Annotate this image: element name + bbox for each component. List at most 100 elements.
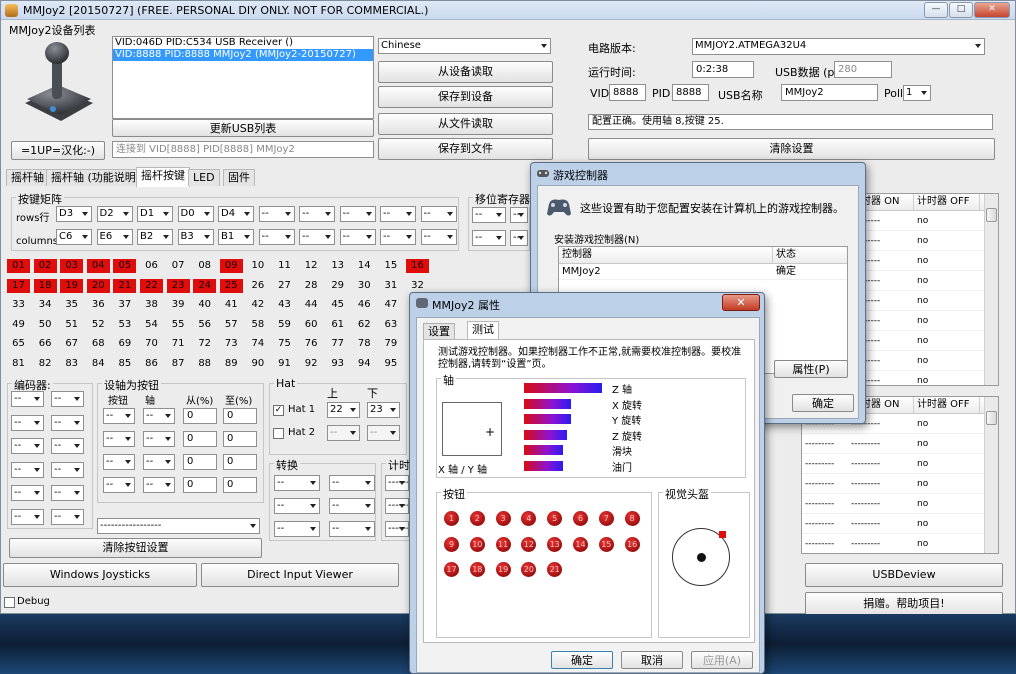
button-number-73[interactable]: 73 xyxy=(220,337,243,351)
matrix-column-select[interactable]: -- xyxy=(258,229,295,245)
button-number-92[interactable]: 92 xyxy=(300,357,323,371)
button-number-23[interactable]: 23 xyxy=(166,278,190,293)
device-listbox[interactable]: VID:046D PID:C534 USB Receiver () VID:88… xyxy=(112,36,374,119)
button-number-91[interactable]: 91 xyxy=(273,357,296,371)
encoder-select[interactable]: -- xyxy=(11,509,44,525)
button-number-08[interactable]: 08 xyxy=(193,259,216,273)
hat2-down-select[interactable]: -- xyxy=(367,425,400,441)
hat1-up-select[interactable]: 22 xyxy=(327,402,360,418)
tab-4[interactable]: 固件 xyxy=(223,169,255,186)
from-field[interactable]: 0 xyxy=(183,408,217,424)
button-number-18[interactable]: 18 xyxy=(33,278,57,293)
device-item-selected[interactable]: VID:8888 PID:8888 MMJoy2 (MMJoy2-2015072… xyxy=(113,49,373,61)
hat2-checkbox[interactable] xyxy=(273,428,284,439)
shift-select[interactable]: -- xyxy=(510,207,528,223)
device-item[interactable]: VID:046D PID:C534 USB Receiver () xyxy=(113,37,373,49)
button-number-67[interactable]: 67 xyxy=(60,337,83,351)
button-number-30[interactable]: 30 xyxy=(353,279,376,293)
table-row[interactable]: --------- --------- no xyxy=(802,534,998,553)
button-number-21[interactable]: 21 xyxy=(113,278,137,293)
button-number-51[interactable]: 51 xyxy=(60,318,83,332)
button-number-52[interactable]: 52 xyxy=(87,318,110,332)
button-number-10[interactable]: 10 xyxy=(246,259,269,273)
button-number-54[interactable]: 54 xyxy=(140,318,163,332)
matrix-column-select[interactable]: C6 xyxy=(56,229,92,245)
button-number-01[interactable]: 01 xyxy=(7,259,30,273)
direct-input-viewer-button[interactable]: Direct Input Viewer xyxy=(201,563,399,587)
save-file-button[interactable]: 保存到文件 xyxy=(378,138,553,160)
matrix-column-select[interactable]: -- xyxy=(299,229,335,245)
button-number-88[interactable]: 88 xyxy=(193,357,216,371)
button-number-75[interactable]: 75 xyxy=(273,337,296,351)
matrix-row-select[interactable]: D1 xyxy=(137,206,173,222)
axis-combo-select[interactable]: ----------------- xyxy=(97,518,260,534)
matrix-column-select[interactable]: -- xyxy=(420,229,457,245)
button-number-15[interactable]: 15 xyxy=(379,259,402,273)
button-number-12[interactable]: 12 xyxy=(300,259,323,273)
button-number-69[interactable]: 69 xyxy=(113,337,136,351)
ok-button[interactable]: 确定 xyxy=(551,651,613,669)
button-number-59[interactable]: 59 xyxy=(273,318,296,332)
matrix-row-select[interactable]: -- xyxy=(258,206,295,222)
axis-btn-select[interactable]: -- xyxy=(103,431,135,447)
hat2-up-select[interactable]: -- xyxy=(327,425,360,441)
button-number-25[interactable]: 25 xyxy=(219,278,243,293)
button-number-79[interactable]: 79 xyxy=(379,337,402,351)
button-number-62[interactable]: 62 xyxy=(353,318,376,332)
button-number-72[interactable]: 72 xyxy=(193,337,216,351)
button-number-61[interactable]: 61 xyxy=(326,318,349,332)
properties-close-button[interactable]: ✕ xyxy=(722,294,760,311)
translate-button[interactable]: =1UP=汉化:-) xyxy=(11,141,105,160)
button-number-49[interactable]: 49 xyxy=(7,318,30,332)
button-number-04[interactable]: 04 xyxy=(86,259,110,273)
button-number-29[interactable]: 29 xyxy=(326,279,349,293)
encoder-select[interactable]: -- xyxy=(51,509,84,525)
button-number-06[interactable]: 06 xyxy=(140,259,163,273)
button-number-36[interactable]: 36 xyxy=(87,298,110,312)
tab-0[interactable]: 摇杆轴 xyxy=(6,169,49,186)
button-number-31[interactable]: 31 xyxy=(379,279,402,293)
button-number-14[interactable]: 14 xyxy=(353,259,376,273)
debug-checkbox[interactable] xyxy=(4,597,15,608)
maximize-button[interactable]: □ xyxy=(949,2,973,18)
language-select[interactable]: Chinese xyxy=(378,38,551,54)
button-number-35[interactable]: 35 xyxy=(60,298,83,312)
to-field[interactable]: 0 xyxy=(223,408,257,424)
usbname-field[interactable]: MMJoy2 xyxy=(781,84,878,101)
encoder-select[interactable]: -- xyxy=(11,485,44,502)
button-number-20[interactable]: 20 xyxy=(86,278,110,293)
table-row[interactable]: --------- --------- no xyxy=(802,494,998,514)
shift-select[interactable]: -- xyxy=(510,230,528,246)
button-number-57[interactable]: 57 xyxy=(220,318,243,332)
gc-properties-button[interactable]: 属性(P) xyxy=(774,360,848,378)
button-number-56[interactable]: 56 xyxy=(193,318,216,332)
from-field[interactable]: 0 xyxy=(183,454,217,470)
table-row[interactable]: --------- --------- no xyxy=(802,454,998,474)
apply-button[interactable]: 应用(A) xyxy=(691,651,753,669)
shift-select[interactable]: -- xyxy=(472,207,506,223)
table-scrollbar[interactable] xyxy=(984,194,998,385)
button-number-46[interactable]: 46 xyxy=(353,298,376,312)
refresh-usb-button[interactable]: 更新USB列表 xyxy=(112,119,374,137)
matrix-row-select[interactable]: D2 xyxy=(96,206,133,222)
axis-select[interactable]: -- xyxy=(143,477,175,493)
button-number-94[interactable]: 94 xyxy=(353,357,376,371)
button-number-60[interactable]: 60 xyxy=(300,318,323,332)
button-number-22[interactable]: 22 xyxy=(140,278,163,293)
to-field[interactable]: 0 xyxy=(223,477,257,493)
controller-row[interactable]: MMJoy2 确定 xyxy=(559,264,847,280)
tab-settings[interactable]: 设置 xyxy=(423,323,455,340)
vid-field[interactable]: 8888 xyxy=(609,84,646,101)
button-number-87[interactable]: 87 xyxy=(167,357,190,371)
button-number-16[interactable]: 16 xyxy=(406,259,429,273)
timer-select[interactable]: ----------- xyxy=(385,498,409,514)
poll-select[interactable]: 1 xyxy=(903,85,931,101)
windows-joysticks-button[interactable]: Windows Joysticks xyxy=(3,563,197,587)
encoder-select[interactable]: -- xyxy=(11,438,44,455)
button-number-78[interactable]: 78 xyxy=(353,337,376,351)
read-file-button[interactable]: 从文件读取 xyxy=(378,113,553,135)
button-number-24[interactable]: 24 xyxy=(193,278,217,293)
button-number-34[interactable]: 34 xyxy=(34,298,57,312)
matrix-row-select[interactable]: D0 xyxy=(177,206,214,222)
table-row[interactable]: --------- --------- no xyxy=(802,474,998,494)
